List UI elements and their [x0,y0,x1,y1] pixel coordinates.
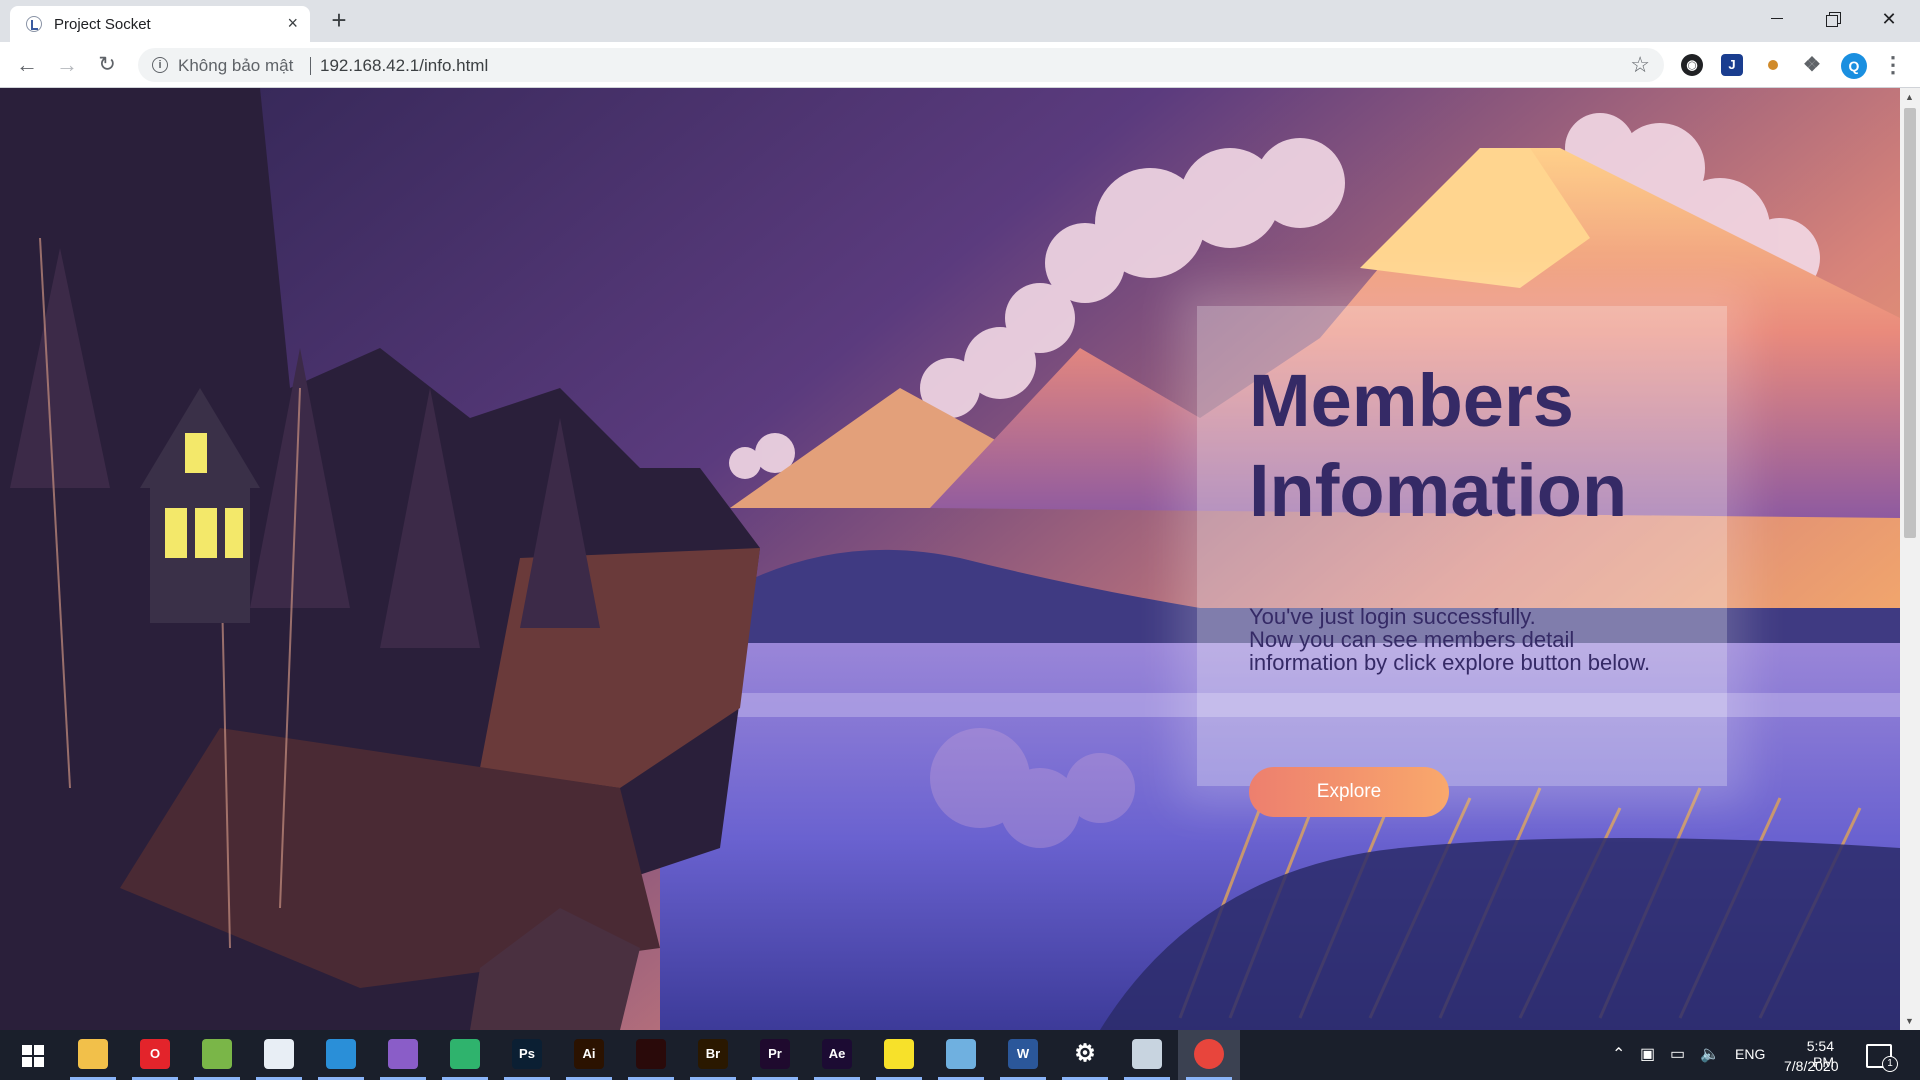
page-scrollbar[interactable]: ▲ ▼ [1900,88,1920,1030]
message-line-3: information by click explore button belo… [1249,650,1651,675]
tray-chevron-icon[interactable]: ⌃ [1612,1044,1625,1064]
window-minimize-button[interactable] [1754,0,1800,38]
battery-icon[interactable]: ▣ [1640,1044,1655,1064]
page-viewport: Members Infomation You've just login suc… [0,88,1900,1030]
new-tab-button[interactable]: + [324,6,354,36]
control-panel-icon[interactable] [946,1039,976,1069]
browser-menu-icon[interactable]: ⋮ [1880,52,1906,78]
word-icon[interactable]: W [1008,1039,1038,1069]
acrobat-icon[interactable] [636,1039,666,1069]
language-indicator[interactable]: ENG [1735,1046,1765,1062]
premiere-icon[interactable]: Pr [760,1039,790,1069]
window-close-button[interactable]: ✕ [1866,0,1912,38]
file-explorer-icon[interactable] [78,1039,108,1069]
windows-taskbar: O Ps Ai Br Pr Ae W ⚙ ⌃ ▣ ▭ 🔈 ENG 5:54 PM 7/8/20… [0,1030,1920,1080]
bookmark-star-icon[interactable]: ☆ [1630,52,1650,78]
message-line-2: Now you can see members detail [1249,627,1575,652]
scroll-down-arrow-icon[interactable]: ▼ [1905,1016,1914,1026]
page-title: Members Infomation [1249,356,1719,536]
clock-date[interactable]: 7/8/2020 [1784,1058,1839,1074]
info-card: Members Infomation You've just login suc… [1197,306,1727,817]
start-button[interactable] [8,1043,54,1069]
back-button[interactable]: ← [12,50,42,80]
title-line-2: Infomation [1249,449,1628,532]
address-bar[interactable]: i Không bảo mật 192.168.42.1/info.html ☆ [138,48,1664,82]
notepad-icon[interactable] [264,1039,294,1069]
window-restore-button[interactable] [1810,0,1856,38]
python-icon[interactable] [1132,1039,1162,1069]
message-line-1: You've just login successfully. [1249,604,1536,629]
notification-count-badge: 1 [1882,1056,1898,1072]
chrome-icon[interactable] [1194,1039,1224,1069]
volume-icon[interactable]: 🔈 [1700,1044,1720,1064]
info-icon[interactable]: i [152,57,168,73]
explore-button[interactable]: Explore [1249,767,1449,817]
sticky-notes-icon[interactable] [884,1039,914,1069]
scroll-thumb[interactable] [1904,108,1916,538]
image-viewer-icon[interactable] [202,1039,232,1069]
settings-icon[interactable]: ⚙ [1070,1039,1100,1069]
page-favicon-icon [26,16,42,32]
visual-studio-icon[interactable] [388,1039,418,1069]
photoshop-icon[interactable]: Ps [512,1039,542,1069]
extension-cookie-icon[interactable] [1762,54,1784,76]
url-text[interactable]: 192.168.42.1/info.html [320,56,488,76]
tab-close-icon[interactable]: × [287,13,298,33]
bridge-icon[interactable]: Br [698,1039,728,1069]
browser-tab[interactable]: Project Socket × [10,6,310,42]
title-line-1: Members [1249,359,1574,442]
network-icon[interactable]: ▭ [1670,1044,1685,1064]
vscode-icon[interactable] [326,1039,356,1069]
extensions-puzzle-icon[interactable]: ❖ [1801,54,1823,76]
gitkraken-icon[interactable] [450,1039,480,1069]
security-status[interactable]: Không bảo mật [178,56,293,76]
profile-avatar[interactable]: Q [1841,53,1867,79]
extension-j-icon[interactable]: J [1721,54,1743,76]
browser-toolbar: ← → ↻ i Không bảo mật 192.168.42.1/info.… [0,42,1920,88]
illustrator-icon[interactable]: Ai [574,1039,604,1069]
extension-shield-icon[interactable]: ◉ [1681,54,1703,76]
reload-button[interactable]: ↻ [92,50,122,80]
tab-title: Project Socket [54,16,151,33]
after-effects-icon[interactable]: Ae [822,1039,852,1069]
scroll-up-arrow-icon[interactable]: ▲ [1905,92,1914,102]
forward-button[interactable]: → [52,50,82,80]
url-divider [310,57,311,75]
tab-strip: Project Socket × + ✕ [0,0,1920,42]
opera-icon[interactable]: O [140,1039,170,1069]
success-message: You've just login successfully. Now you … [1249,605,1719,674]
